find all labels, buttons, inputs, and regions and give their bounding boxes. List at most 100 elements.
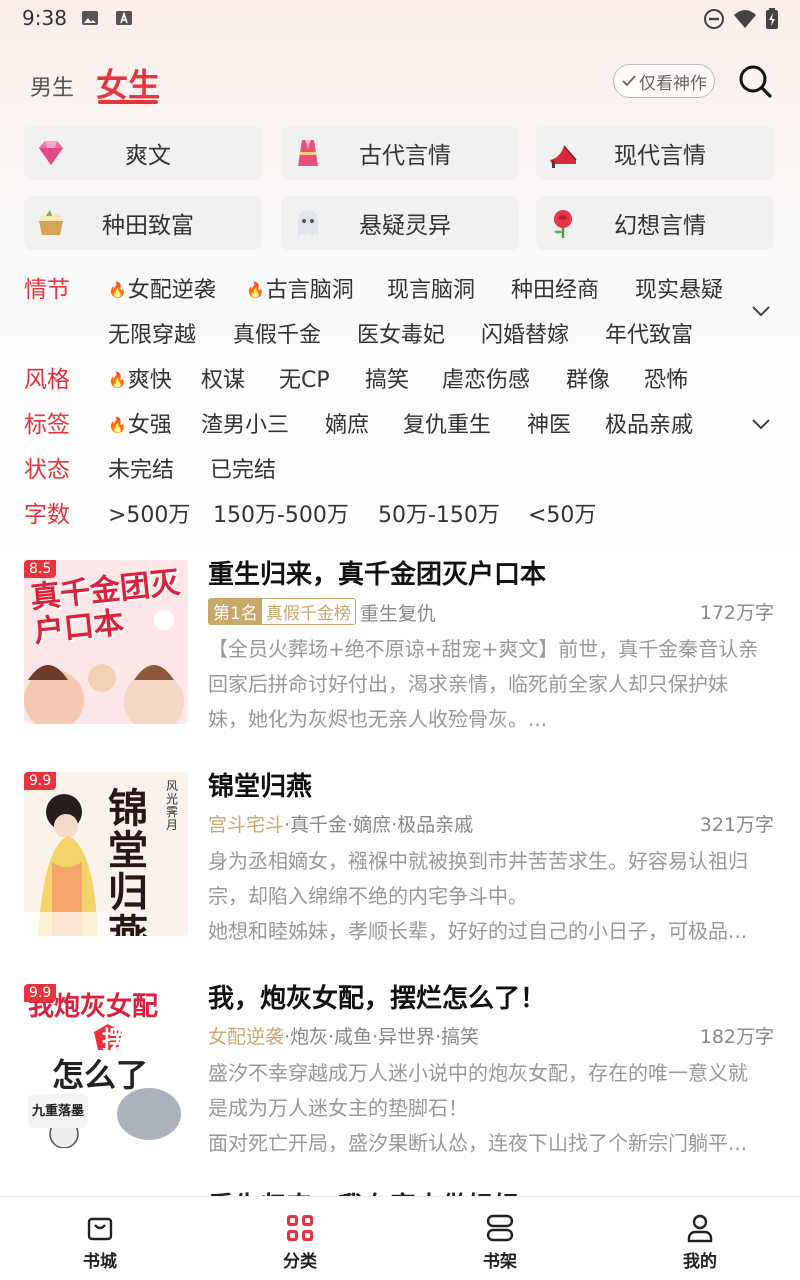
nav-category[interactable]: 分类 [200, 1197, 400, 1280]
book-meta: 宫斗宅斗·真千金·嫡庶·极品亲戚 [208, 810, 473, 837]
score-badge: 9.9 [24, 772, 57, 790]
book-tags: ·真千金·嫡庶·极品亲戚 [284, 814, 474, 836]
book-tags: ·炮灰·咸鱼·异世界·搞笑 [284, 1026, 480, 1048]
filter-row-style: 风格 🔥爽快 权谋 无CP 搞笑 虐恋伤感 群像 恐怖 [0, 356, 800, 400]
filter-chip[interactable]: 已完结 [210, 452, 276, 484]
filter-chip[interactable]: 无限穿越 [108, 317, 196, 349]
word-count: 172万字 [699, 602, 774, 624]
filter-chip[interactable]: 恐怖 [644, 362, 688, 394]
filter-chip[interactable]: 未完结 [108, 452, 174, 484]
primary-tag[interactable]: 宫斗宅斗 [208, 814, 284, 836]
category-card-farming[interactable]: 种田致富 [24, 196, 262, 250]
filter-chip[interactable]: 无CP [279, 362, 330, 394]
check-icon [622, 75, 636, 87]
filter-chip[interactable]: >500万 [108, 497, 190, 529]
filter-label: 风格 [24, 367, 70, 393]
book-meta: 第1名 真假千金榜 重生复仇 [208, 598, 436, 626]
fire-icon: 🔥 [108, 416, 127, 434]
category-card-suspense[interactable]: 悬疑灵异 [281, 196, 519, 250]
filter-row-wordcount: 字数 >500万 150万-500万 50万-150万 <50万 [0, 491, 800, 535]
book-description: 盛汐不幸穿越成万人迷小说中的炮灰女配，存在的唯一意义就 是成为万人迷女主的垫脚石… [208, 1061, 748, 1155]
only-masterpiece-toggle[interactable]: 仅看神作 [613, 64, 715, 98]
category-card-modern-romance[interactable]: 现代言情 [536, 126, 774, 180]
filter-chip[interactable]: 闪婚替嫁 [481, 317, 569, 349]
book-item[interactable]: 真千金团灭户口本 8.5 重生归来，真千金团灭户口本 第1名 真假千金榜 重生复仇 … [0, 560, 800, 760]
filter-chip[interactable]: 复仇重生 [403, 407, 491, 439]
filter-row-status: 状态 未完结 已完结 [0, 446, 800, 490]
book-cover[interactable]: 我炮灰女配 摆烂 怎么了 九重落墨 9.9 [24, 984, 188, 1148]
cover-author: 九重落墨 [32, 1104, 85, 1119]
filter-chip[interactable]: 现言脑洞 [387, 272, 475, 304]
filter-label: 状态 [24, 457, 70, 483]
next-book-title-peek: 重生归来，我在家中做妈妈 [208, 1186, 520, 1196]
high-heel-icon [550, 145, 577, 168]
active-tab-indicator [98, 100, 158, 104]
filter-chip[interactable]: 50万-150万 [378, 497, 500, 529]
bag-icon [87, 1217, 113, 1241]
fire-icon: 🔥 [108, 371, 127, 389]
book-description: 身为丞相嫡女，襁褓中就被换到市井苦苦求生。好容易认祖归 宗，却陷入绵绵不绝的内宅… [208, 849, 748, 943]
book-cover[interactable]: 真千金团灭户口本 8.5 [24, 560, 188, 724]
status-time: 9:38 [22, 6, 67, 30]
book-meta: 女配逆袭·炮灰·咸鱼·异世界·搞笑 [208, 1022, 479, 1049]
cover-title: 锦堂归燕 [108, 785, 148, 937]
category-card-ancient-romance[interactable]: 古代言情 [281, 126, 519, 180]
filter-chip[interactable]: 群像 [566, 362, 610, 394]
filter-chip[interactable]: 搞笑 [365, 362, 409, 394]
tab-male[interactable]: 男生 [30, 70, 74, 102]
filter-chip[interactable]: 🔥古言脑洞 [246, 272, 354, 304]
person-icon [687, 1214, 713, 1243]
ghost-icon [298, 210, 318, 236]
nav-label: 书城 [83, 1252, 117, 1272]
score-badge: 9.9 [24, 984, 57, 1002]
filter-chip[interactable]: 神医 [527, 407, 571, 439]
book-tags: 重生复仇 [359, 603, 436, 625]
nav-bookstore[interactable]: 书城 [0, 1197, 200, 1280]
cover-author: 风光霁月 [166, 779, 179, 832]
nav-bookshelf[interactable]: 书架 [400, 1197, 600, 1280]
filter-chip[interactable]: 嫡庶 [325, 407, 369, 439]
filter-chip[interactable]: 权谋 [201, 362, 245, 394]
filter-chip[interactable]: 年代致富 [605, 317, 693, 349]
book-cover[interactable]: 锦堂归燕 风光霁月 9.9 [24, 772, 188, 936]
book-item[interactable]: 我炮灰女配 摆烂 怎么了 九重落墨 9.9 我，炮灰女配，摆烂怎么了！ 女配逆袭… [0, 984, 800, 1184]
rank-badge[interactable]: 第1名 真假千金榜 [208, 598, 356, 625]
nav-label: 分类 [283, 1252, 317, 1272]
filter-chip[interactable]: <50万 [528, 497, 596, 529]
rose-icon [554, 210, 572, 238]
nav-mine[interactable]: 我的 [600, 1197, 800, 1280]
word-count: 182万字 [699, 1026, 774, 1048]
book-title[interactable]: 锦堂归燕 [208, 766, 312, 803]
filter-chip[interactable]: 渣男小三 [201, 407, 289, 439]
cover-title-3: 怎么了 [52, 1056, 149, 1094]
filter-chip[interactable]: 种田经商 [511, 272, 599, 304]
word-count: 321万字 [699, 814, 774, 836]
filter-chip[interactable]: 150万-500万 [213, 497, 349, 529]
filter-label: 字数 [24, 502, 70, 528]
category-card-shuangwen[interactable]: 爽文 [24, 126, 262, 180]
filter-chip[interactable]: 🔥女强 [108, 407, 172, 439]
primary-tag[interactable]: 女配逆袭 [208, 1026, 284, 1048]
filter-chip[interactable]: 医女毒妃 [357, 317, 445, 349]
wifi-icon [734, 10, 756, 28]
filter-chip[interactable]: 虐恋伤感 [442, 362, 530, 394]
search-icon[interactable] [736, 62, 774, 100]
nav-label: 书架 [483, 1252, 517, 1272]
book-item[interactable]: 锦堂归燕 风光霁月 9.9 锦堂归燕 宫斗宅斗·真千金·嫡庶·极品亲戚 321万… [0, 772, 800, 972]
filter-chip[interactable]: 现实悬疑 [635, 272, 723, 304]
filter-chip[interactable]: 极品亲戚 [605, 407, 693, 439]
grid-icon [287, 1215, 313, 1241]
filter-chip[interactable]: 🔥爽快 [108, 362, 172, 394]
chevron-down-icon[interactable] [750, 417, 772, 431]
score-badge: 8.5 [24, 560, 57, 578]
book-title[interactable]: 重生归来，真千金团灭户口本 [208, 554, 546, 591]
category-card-fantasy-romance[interactable]: 幻想言情 [536, 196, 774, 250]
battery-icon [766, 8, 778, 29]
filter-label: 情节 [24, 277, 70, 303]
filter-label: 标签 [24, 412, 70, 438]
rice-basket-icon [39, 210, 63, 235]
book-title[interactable]: 我，炮灰女配，摆烂怎么了！ [208, 978, 546, 1015]
filter-chip[interactable]: 真假千金 [233, 317, 321, 349]
dnd-icon [704, 9, 724, 29]
filter-chip[interactable]: 🔥女配逆袭 [108, 272, 216, 304]
